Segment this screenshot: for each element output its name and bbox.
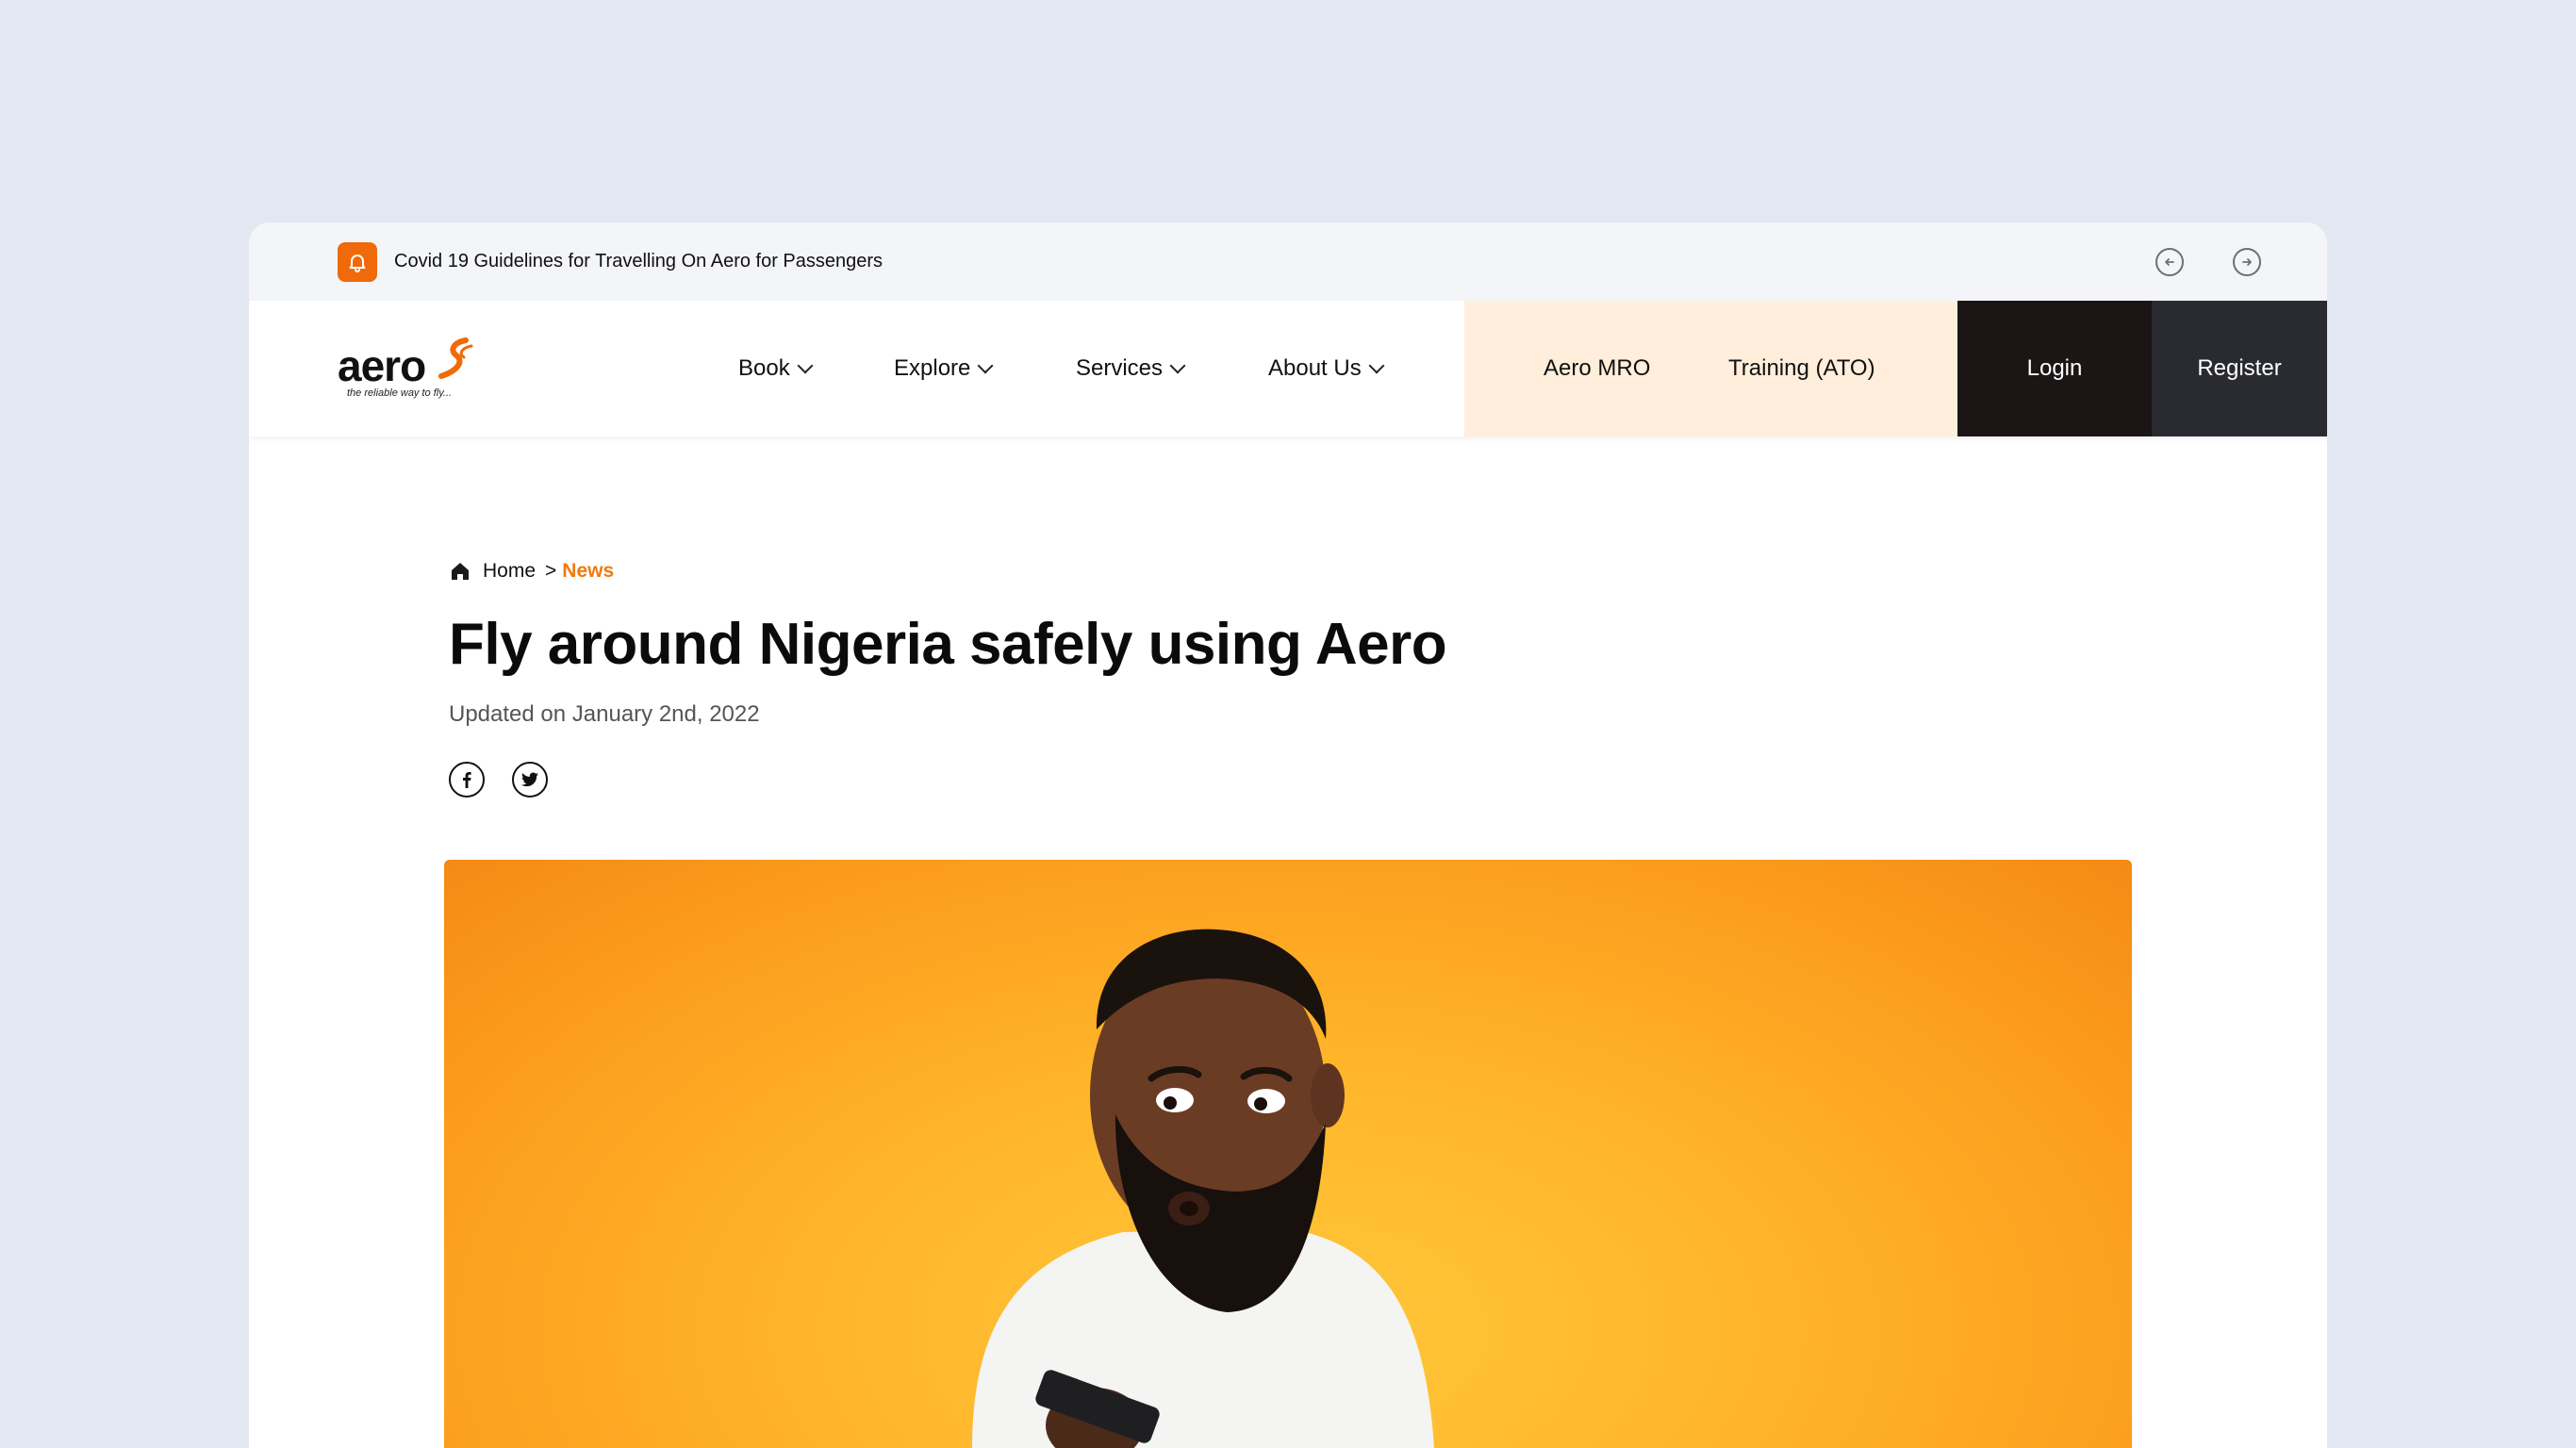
browser-frame: Covid 19 Guidelines for Travelling On Ae… [249,222,2327,1448]
nav-about-us[interactable]: About Us [1268,301,1385,436]
nav-explore[interactable]: Explore [894,301,994,436]
breadcrumb: Home > News [449,560,614,583]
facebook-icon [463,772,471,788]
main-navigation: aero the reliable way to fly... Book Exp… [249,301,2327,436]
updated-date: Updated on January 2nd, 2022 [449,701,760,727]
breadcrumb-current[interactable]: News [562,560,614,583]
home-icon[interactable] [449,560,471,583]
breadcrumb-separator: > [545,560,557,582]
logo-tagline: the reliable way to fly... [347,387,453,399]
twitter-icon [521,772,538,787]
arrow-right-icon [2242,258,2252,266]
nav-services[interactable]: Services [1076,301,1186,436]
nav-book[interactable]: Book [738,301,814,436]
register-button[interactable]: Register [2152,301,2327,436]
hero-image [444,860,2132,1448]
chevron-down-icon [1368,357,1385,374]
nav-aero-mro[interactable]: Aero MRO [1544,301,1650,436]
nav-services-label: Services [1076,355,1164,381]
aero-logo[interactable]: aero the reliable way to fly... [338,331,507,406]
previous-announcement-button[interactable] [2155,248,2184,276]
announcement-bar: Covid 19 Guidelines for Travelling On Ae… [249,222,2327,301]
logo-swoosh-icon [438,337,473,379]
nav-training-ato[interactable]: Training (ATO) [1728,301,1875,436]
chevron-down-icon [797,357,814,374]
arrow-left-icon [2165,258,2174,266]
chevron-down-icon [1169,357,1186,374]
announcement-link[interactable]: Covid 19 Guidelines for Travelling On Ae… [394,251,883,272]
facebook-share-button[interactable] [449,762,485,798]
nav-book-label: Book [738,355,790,381]
bell-icon [338,241,377,282]
nav-explore-label: Explore [894,355,971,381]
next-announcement-button[interactable] [2233,248,2261,276]
nav-about-us-label: About Us [1268,355,1362,381]
page-title: Fly around Nigeria safely using Aero [449,612,1447,677]
chevron-down-icon [977,357,994,374]
twitter-share-button[interactable] [512,762,548,798]
secondary-nav: Aero MRO Training (ATO) [1464,301,1957,436]
man-with-phone-illustration [972,929,1434,1448]
login-button[interactable]: Login [1957,301,2152,436]
logo-wordmark: aero [338,341,426,390]
breadcrumb-home[interactable]: Home [483,560,536,583]
